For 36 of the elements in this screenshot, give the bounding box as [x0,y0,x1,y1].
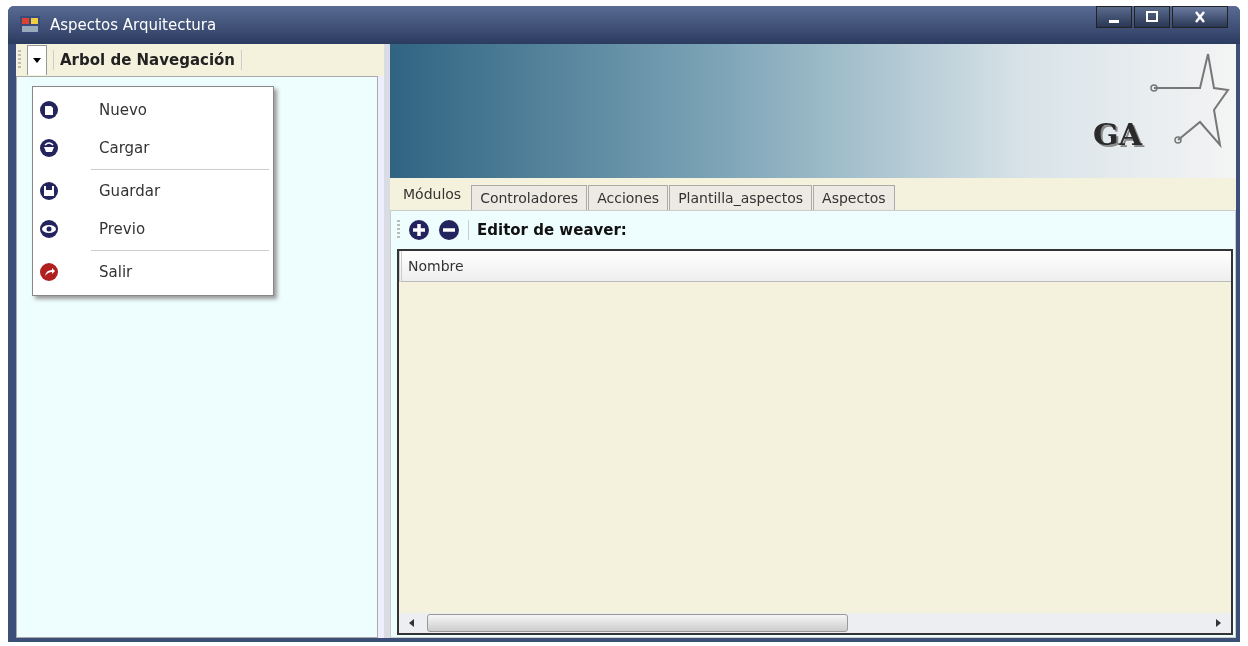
document-icon [39,100,59,120]
menu-item[interactable]: Guardar [99,182,161,200]
caret-icon [33,58,41,63]
maximize-icon [1145,11,1159,23]
toolbar-grip[interactable] [397,220,400,240]
maximize-button[interactable] [1134,6,1170,28]
horizontal-scrollbar[interactable] [399,613,1231,633]
app-icon [20,16,40,34]
tab[interactable]: Acciones [588,185,669,210]
menu-item[interactable]: Nuevo [99,101,147,119]
column-header[interactable]: Nombre [402,258,464,274]
tab[interactable]: Controladores [471,185,588,210]
menu-item[interactable]: Salir [99,263,133,281]
close-button[interactable] [1172,6,1228,28]
eye-icon [39,219,59,239]
close-icon [1193,11,1207,23]
scrollbar-thumb[interactable] [427,614,849,632]
floppy-disk-icon [39,181,59,201]
dropdown-button[interactable] [27,45,47,75]
minimize-icon [1109,19,1119,23]
tab[interactable]: Plantilla_aspectos [669,185,813,210]
tab[interactable]: Aspectos [813,185,895,210]
add-button[interactable] [408,219,430,241]
toolbar-grip[interactable] [18,50,21,70]
logo-text: GA [1093,117,1142,152]
scroll-left-icon[interactable] [407,618,415,628]
minimize-button[interactable] [1096,6,1132,28]
menu-item[interactable]: Previo [99,220,146,238]
open-folder-icon [39,138,59,158]
toolbar-title: Arbol de Navegación [60,51,236,69]
toolbar-title: Editor de weaver: [477,221,627,239]
window-title: Aspectos Arquitectura [50,16,217,34]
scroll-right-icon[interactable] [1215,618,1223,628]
menu-item[interactable]: Cargar [99,139,150,157]
exit-icon [39,262,59,282]
remove-button[interactable] [438,219,460,241]
